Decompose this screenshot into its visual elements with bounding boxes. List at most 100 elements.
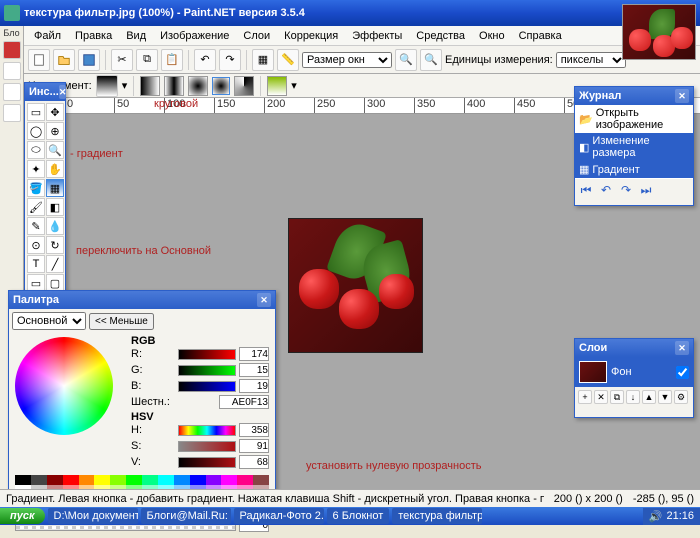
taskbar-item[interactable]: 6 Блокнот xyxy=(327,508,390,524)
history-first-icon[interactable]: ⏮ xyxy=(578,182,594,198)
history-redo-icon[interactable]: ↷ xyxy=(618,182,634,198)
units-label: Единицы измерения: xyxy=(445,54,553,66)
rect-select-tool[interactable]: ▭ xyxy=(27,103,45,121)
layer-item[interactable]: Фон xyxy=(575,357,693,387)
redo-icon[interactable]: ↷ xyxy=(219,49,241,71)
r-input[interactable] xyxy=(239,347,269,361)
close-icon[interactable]: ✕ xyxy=(257,293,271,307)
menu-layers[interactable]: Слои xyxy=(237,28,276,44)
gradient-conical-icon[interactable] xyxy=(234,76,254,96)
pan-tool[interactable]: ✋ xyxy=(46,160,64,178)
b-slider[interactable] xyxy=(178,381,236,392)
gradient-radial-icon[interactable] xyxy=(212,77,230,95)
picker-tool[interactable]: 💧 xyxy=(46,217,64,235)
text-tool[interactable]: T xyxy=(27,255,45,273)
brush-tool[interactable]: 🖌 xyxy=(27,198,45,216)
wand-tool[interactable]: ✦ xyxy=(27,160,45,178)
canvas-image[interactable] xyxy=(288,218,423,353)
move-tool[interactable]: ✥ xyxy=(46,103,64,121)
gradient-tool-icon[interactable] xyxy=(96,75,118,97)
close-icon[interactable]: ✕ xyxy=(675,89,689,103)
open-icon[interactable] xyxy=(53,49,75,71)
gradient-linear-icon[interactable] xyxy=(140,76,160,96)
s-slider[interactable] xyxy=(178,441,236,452)
system-tray[interactable]: 🔊21:16 xyxy=(643,508,700,525)
paste-icon[interactable]: 📋 xyxy=(161,49,183,71)
history-item[interactable]: 📂Открыть изображение xyxy=(575,105,693,133)
zoom-in-icon[interactable]: 🔍 xyxy=(395,49,417,71)
less-button[interactable]: << Меньше xyxy=(89,313,154,330)
eraser-tool[interactable]: ◧ xyxy=(46,198,64,216)
menu-tools[interactable]: Средства xyxy=(410,28,471,44)
menu-file[interactable]: Файл xyxy=(28,28,67,44)
history-last-icon[interactable]: ⏭ xyxy=(638,182,654,198)
duplicate-layer-icon[interactable]: ⧉ xyxy=(610,390,624,404)
layer-visible-checkbox[interactable] xyxy=(676,366,689,379)
ruler-icon[interactable]: 📏 xyxy=(277,49,299,71)
copy-icon[interactable]: ⧉ xyxy=(136,49,158,71)
merge-layer-icon[interactable]: ↓ xyxy=(626,390,640,404)
grid-icon[interactable]: ▦ xyxy=(252,49,274,71)
s-input[interactable] xyxy=(239,439,269,453)
menu-help[interactable]: Справка xyxy=(513,28,568,44)
taskbar-item[interactable]: текстура фильтр.j... xyxy=(392,508,482,524)
g-slider[interactable] xyxy=(178,365,236,376)
lasso-tool[interactable]: ◯ xyxy=(27,122,45,140)
move-selection-tool[interactable]: ⊕ xyxy=(46,122,64,140)
h-input[interactable] xyxy=(239,423,269,437)
undo-icon[interactable]: ↶ xyxy=(194,49,216,71)
sidebar-icon[interactable] xyxy=(3,62,21,80)
zoom-tool[interactable]: 🔍 xyxy=(46,141,64,159)
add-layer-icon[interactable]: + xyxy=(578,390,592,404)
navigator-thumbnail[interactable] xyxy=(622,4,696,60)
history-item[interactable]: ◧Изменение размера xyxy=(575,133,693,161)
start-button[interactable]: пуск xyxy=(0,508,45,524)
menu-edit[interactable]: Правка xyxy=(69,28,118,44)
zoom-select[interactable]: Размер окн xyxy=(302,52,392,68)
history-undo-icon[interactable]: ↶ xyxy=(598,182,614,198)
taskbar-item[interactable]: Блоги@Mail.Ru: Но... xyxy=(141,508,231,524)
color-wheel[interactable] xyxy=(15,337,113,435)
gradient-linear2-icon[interactable] xyxy=(164,76,184,96)
zoom-out-icon[interactable]: 🔍 xyxy=(420,49,442,71)
taskbar-item[interactable]: D:\Мои документы\... xyxy=(48,508,138,524)
hex-input[interactable] xyxy=(219,395,269,409)
ellipse-select-tool[interactable]: ⬭ xyxy=(27,141,45,159)
taskbar-item[interactable]: Радикал-Фото 2.6 ... xyxy=(234,508,324,524)
new-icon[interactable] xyxy=(28,49,50,71)
menu-image[interactable]: Изображение xyxy=(154,28,235,44)
g-input[interactable] xyxy=(239,363,269,377)
delete-layer-icon[interactable]: ✕ xyxy=(594,390,608,404)
layer-up-icon[interactable]: ▲ xyxy=(642,390,656,404)
h-slider[interactable] xyxy=(178,425,236,436)
sidebar-icon[interactable] xyxy=(3,41,21,59)
layer-name: Фон xyxy=(611,366,632,378)
b-input[interactable] xyxy=(239,379,269,393)
sidebar-icon[interactable] xyxy=(3,104,21,122)
color-mode-select[interactable]: Основной xyxy=(12,312,86,330)
sidebar-icon[interactable] xyxy=(3,83,21,101)
menu-window[interactable]: Окно xyxy=(473,28,511,44)
r-slider[interactable] xyxy=(178,349,236,360)
gradient-mode-icon[interactable] xyxy=(267,76,287,96)
v-slider[interactable] xyxy=(178,457,236,468)
gradient-diamond-icon[interactable] xyxy=(188,76,208,96)
cut-icon[interactable]: ✂ xyxy=(111,49,133,71)
units-select[interactable]: пикселы xyxy=(556,52,626,68)
clone-tool[interactable]: ⊙ xyxy=(27,236,45,254)
pencil-tool[interactable]: ✎ xyxy=(27,217,45,235)
layer-props-icon[interactable]: ⚙ xyxy=(674,390,688,404)
menu-effects[interactable]: Эффекты xyxy=(346,28,408,44)
recolor-tool[interactable]: ↻ xyxy=(46,236,64,254)
close-icon[interactable]: ✕ xyxy=(675,341,689,355)
menu-view[interactable]: Вид xyxy=(120,28,152,44)
close-icon[interactable]: ✕ xyxy=(59,85,67,99)
history-item[interactable]: ▦Градиент xyxy=(575,161,693,178)
layer-down-icon[interactable]: ▼ xyxy=(658,390,672,404)
line-tool[interactable]: ╱ xyxy=(46,255,64,273)
gradient-tool[interactable]: ▦ xyxy=(46,179,64,197)
menu-correction[interactable]: Коррекция xyxy=(278,28,344,44)
v-input[interactable] xyxy=(239,455,269,469)
fill-tool[interactable]: 🪣 xyxy=(27,179,45,197)
save-icon[interactable] xyxy=(78,49,100,71)
